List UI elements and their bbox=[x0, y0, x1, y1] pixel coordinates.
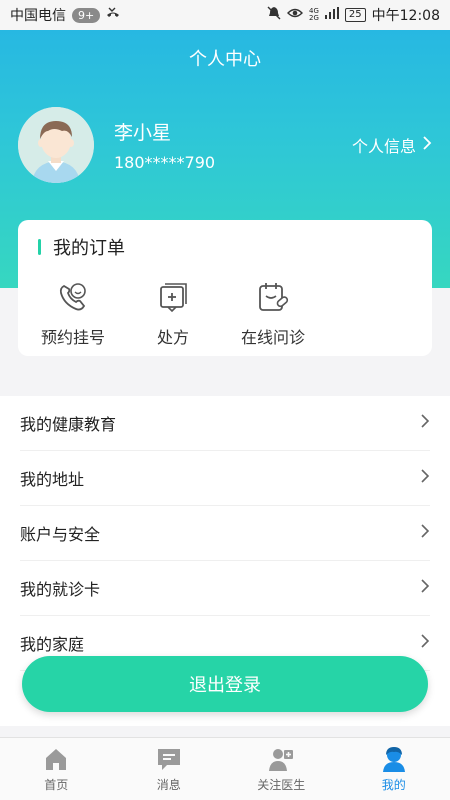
battery-indicator: 25 bbox=[344, 8, 366, 22]
tab-messages[interactable]: 消息 bbox=[113, 738, 226, 800]
menu-item-account-security[interactable]: 账户与安全 bbox=[20, 506, 430, 561]
menu-item-label: 我的健康教育 bbox=[20, 415, 117, 434]
status-bar: 中国电信 9+ 4G 2G 25 中午12:08 bbox=[0, 0, 450, 30]
page-title: 个人中心 bbox=[189, 49, 261, 70]
clock: 中午12:08 bbox=[371, 8, 440, 24]
menu-item-label: 我的家庭 bbox=[20, 635, 85, 654]
user-icon bbox=[381, 746, 407, 772]
signal-icon bbox=[324, 7, 339, 23]
user-name: 李小星 bbox=[114, 122, 172, 144]
menu-item-label: 我的地址 bbox=[20, 470, 85, 489]
online-consultation-icon bbox=[256, 280, 290, 314]
personal-info-link[interactable]: 个人信息 bbox=[352, 133, 432, 157]
doctor-icon bbox=[268, 746, 294, 772]
tab-home-label: 首页 bbox=[44, 777, 69, 792]
tab-followed-doctors[interactable]: 关注医生 bbox=[225, 738, 338, 800]
menu-item-health-education[interactable]: 我的健康教育 bbox=[20, 396, 430, 451]
chevron-right-icon bbox=[420, 413, 430, 433]
menu-item-address[interactable]: 我的地址 bbox=[20, 451, 430, 506]
personal-info-label: 个人信息 bbox=[351, 137, 416, 156]
tab-followed-doctors-label: 关注医生 bbox=[257, 777, 306, 792]
chevron-right-icon bbox=[420, 578, 430, 598]
order-online-consultation-label: 在线问诊 bbox=[240, 328, 305, 347]
home-icon bbox=[43, 746, 69, 772]
bottom-tabbar: 首页 消息 关注医生 我的 bbox=[0, 737, 450, 800]
tab-home[interactable]: 首页 bbox=[0, 738, 113, 800]
order-online-consultation[interactable]: 在线问诊 bbox=[218, 280, 328, 348]
missed-call-icon bbox=[106, 6, 120, 24]
order-appointment-label: 预约挂号 bbox=[40, 328, 105, 347]
mute-icon bbox=[267, 6, 281, 24]
chevron-right-icon bbox=[420, 633, 430, 653]
chevron-right-icon bbox=[420, 523, 430, 543]
tab-mine-label: 我的 bbox=[381, 777, 406, 792]
order-appointment[interactable]: 预约挂号 bbox=[18, 280, 128, 348]
carrier-label: 中国电信 bbox=[10, 8, 66, 24]
profile-section: 李小星 180*****790 个人信息 bbox=[18, 105, 432, 185]
avatar[interactable] bbox=[18, 107, 94, 183]
network-type: 4G 2G bbox=[309, 7, 319, 22]
prescription-icon bbox=[156, 280, 190, 314]
order-prescription-label: 处方 bbox=[156, 328, 189, 347]
eye-icon bbox=[287, 7, 304, 23]
phone-appointment-icon bbox=[56, 280, 90, 314]
tab-mine[interactable]: 我的 bbox=[338, 738, 450, 800]
logout-button[interactable]: 退出登录 bbox=[22, 656, 428, 712]
orders-title: 我的订单 bbox=[53, 238, 125, 259]
message-icon bbox=[156, 746, 182, 772]
notification-badge: 9+ bbox=[72, 7, 101, 23]
tab-messages-label: 消息 bbox=[156, 777, 181, 792]
chevron-right-icon bbox=[420, 468, 430, 488]
chevron-right-icon bbox=[422, 135, 432, 155]
user-phone: 180*****790 bbox=[114, 153, 216, 172]
order-prescription[interactable]: 处方 bbox=[118, 280, 228, 348]
orders-card: 我的订单 预约挂号 处方 在线问诊 bbox=[18, 220, 432, 356]
menu-item-label: 我的就诊卡 bbox=[20, 580, 101, 599]
menu-item-label: 账户与安全 bbox=[20, 525, 101, 544]
title-accent-bar bbox=[38, 239, 41, 255]
menu-item-medical-card[interactable]: 我的就诊卡 bbox=[20, 561, 430, 616]
